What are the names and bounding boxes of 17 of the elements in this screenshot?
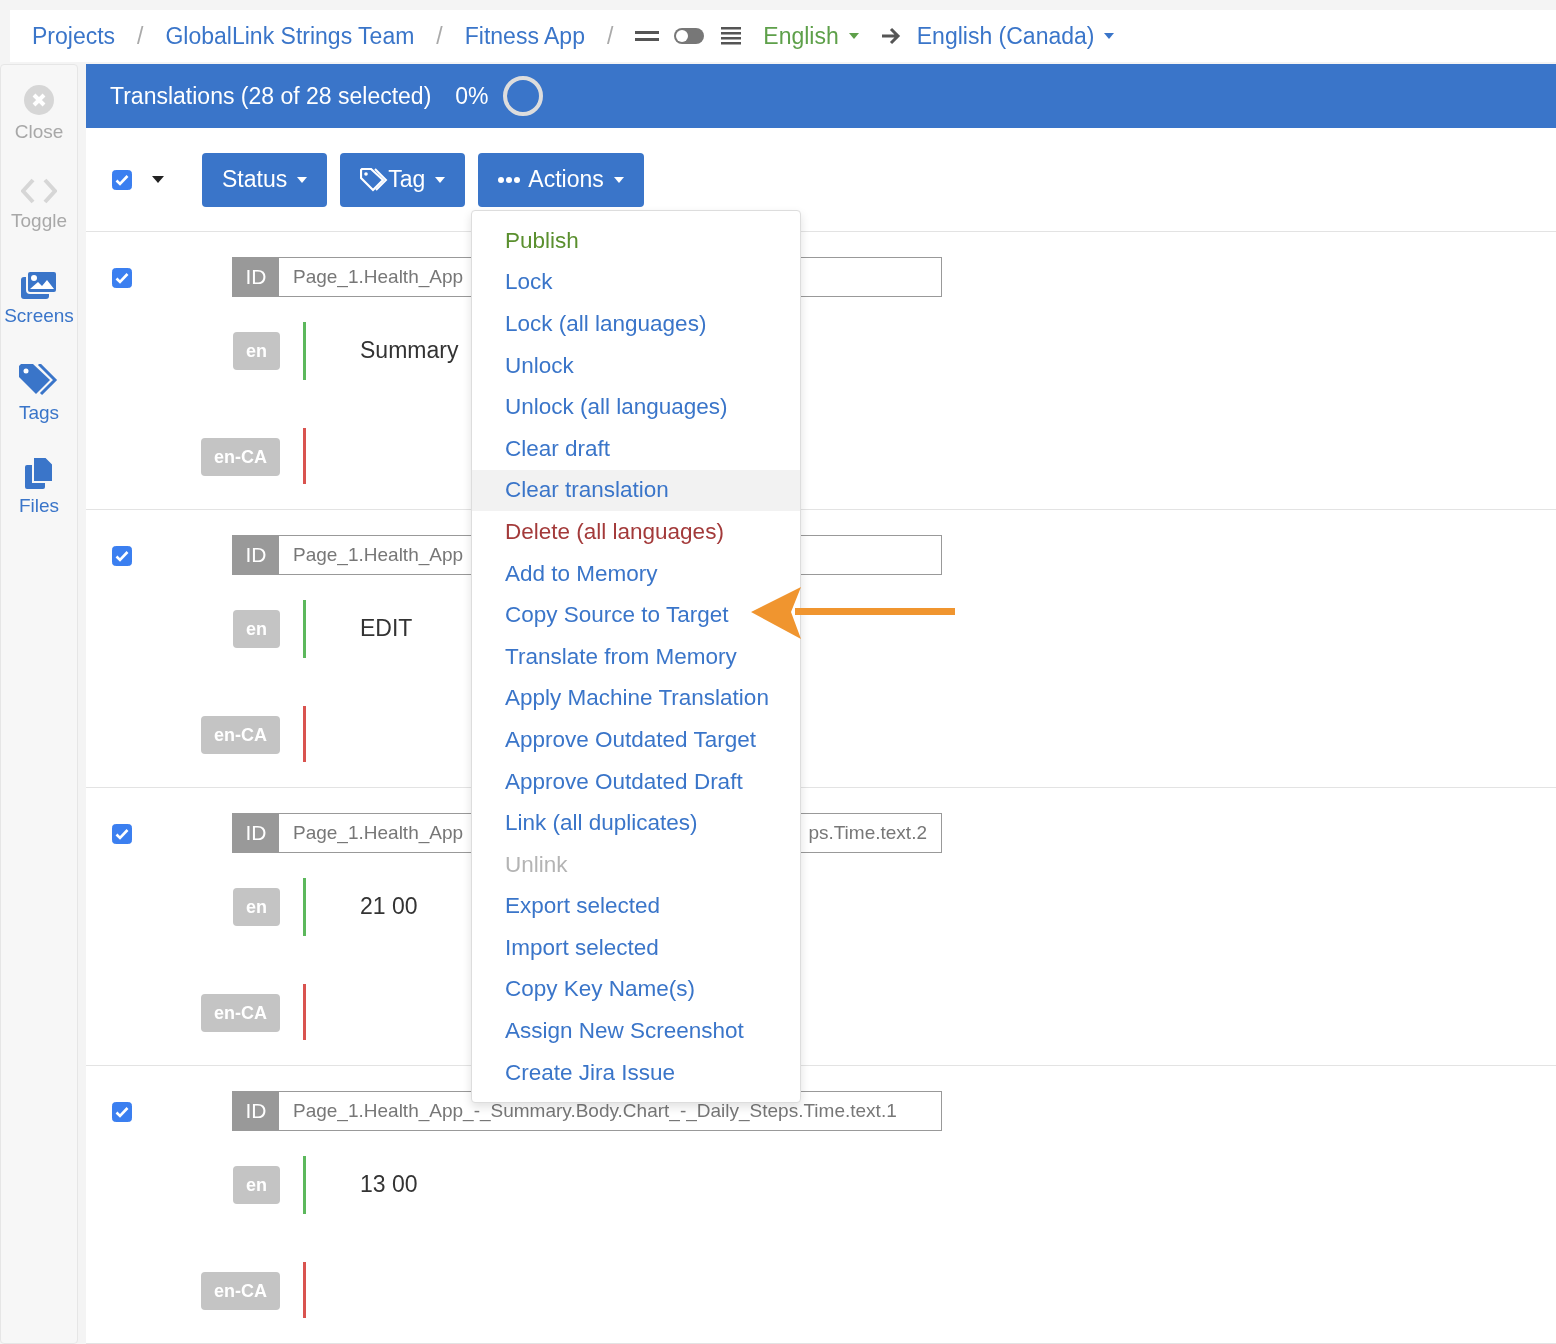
breadcrumb-separator: /: [436, 22, 443, 50]
language-badge: en: [233, 888, 280, 926]
source-text: EDIT: [360, 615, 413, 642]
breadcrumb-separator: /: [606, 22, 614, 50]
progress-percent: 0%: [455, 82, 489, 110]
breadcrumb-separator: /: [137, 22, 144, 50]
panel-title: Translations (28 of 28 selected): [110, 82, 432, 110]
source-text: 13 00: [360, 1171, 418, 1198]
language-badge: en: [233, 610, 280, 648]
language-badge: en-CA: [201, 1272, 280, 1310]
language-badge: en: [233, 1166, 280, 1204]
source-text: Summary: [360, 337, 459, 364]
source-text: 21 00: [360, 893, 418, 920]
language-badge: en-CA: [201, 716, 280, 754]
language-badge: en-CA: [201, 994, 280, 1032]
language-badge: en: [233, 332, 280, 370]
language-badge: en-CA: [201, 438, 280, 476]
